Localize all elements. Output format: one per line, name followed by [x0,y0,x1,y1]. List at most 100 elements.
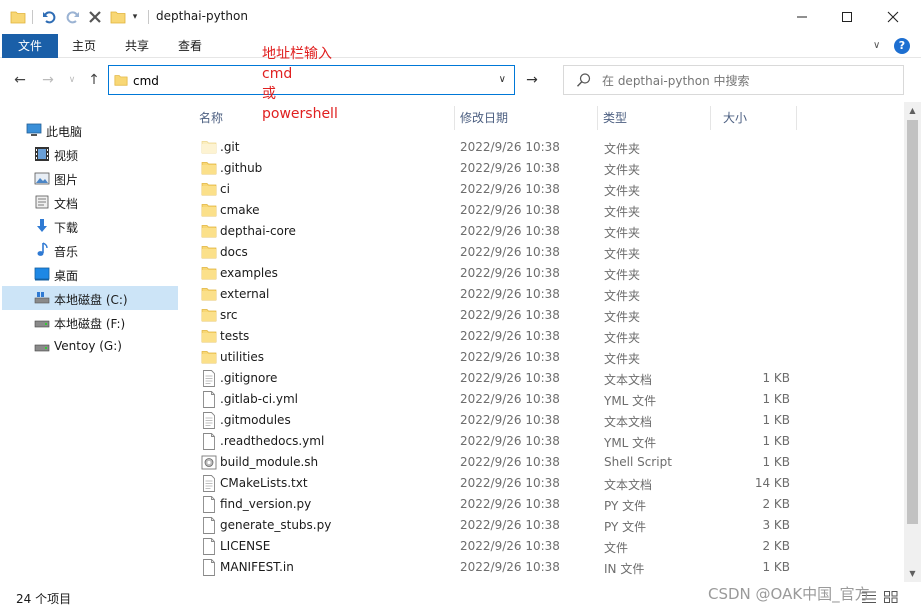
up-button[interactable]: ↑ [84,70,104,90]
table-row[interactable]: utilities 2022/9/26 10:38 文件夹 [186,347,904,368]
table-row[interactable]: cmake 2022/9/26 10:38 文件夹 [186,200,904,221]
search-input[interactable] [602,72,892,90]
go-button[interactable]: → [520,70,544,90]
file-icon [201,391,217,408]
file-type: PY 文件 [604,520,647,534]
file-name: find_version.py [220,497,312,511]
sidebar-item-label: 下载 [54,221,79,235]
file-type: 文件夹 [604,289,641,303]
search-box[interactable] [563,65,904,95]
search-icon [576,73,591,87]
table-row[interactable]: ci 2022/9/26 10:38 文件夹 [186,179,904,200]
forward-button[interactable]: → [38,70,58,90]
sidebar-item-pictures[interactable]: 图片 [2,166,178,190]
table-row[interactable]: .git 2022/9/26 10:38 文件夹 [186,137,904,158]
folder-icon [201,202,217,219]
table-row[interactable]: .gitlab-ci.yml 2022/9/26 10:38 YML 文件 1 KB [186,389,904,410]
file-name: generate_stubs.py [220,518,332,532]
new-folder-icon[interactable] [110,8,126,26]
table-row[interactable]: src 2022/9/26 10:38 文件夹 [186,305,904,326]
table-row[interactable]: MANIFEST.in 2022/9/26 10:38 IN 文件 1 KB [186,557,904,578]
folder-icon [201,286,217,303]
undo-icon[interactable] [40,8,58,26]
minimize-button[interactable] [779,0,825,34]
table-row[interactable]: build_module.sh 2022/9/26 10:38 Shell Scri… [186,452,904,473]
delete-icon[interactable] [86,8,104,26]
table-row[interactable]: external 2022/9/26 10:38 文件夹 [186,284,904,305]
file-date: 2022/9/26 10:38 [460,455,560,469]
sidebar-item-music[interactable]: 音乐 [2,238,178,262]
video-icon [35,147,49,161]
redo-icon[interactable] [64,8,82,26]
file-name: external [220,287,270,301]
column-divider[interactable] [796,106,797,130]
help-icon[interactable]: ? [894,38,910,54]
file-size: 3 KB [762,518,790,532]
tab-file[interactable]: 文件 [2,34,58,58]
sidebar-item-local-disk-c[interactable]: 本地磁盘 (C:) [2,286,178,310]
scrollbar-thumb[interactable] [907,120,918,524]
file-list: 名称 修改日期 类型 大小 .git 2022/9/26 10:38 文件夹 .git… [186,102,904,582]
folder-icon [201,160,217,177]
table-row[interactable]: examples 2022/9/26 10:38 文件夹 [186,263,904,284]
scroll-down-arrow[interactable]: ▼ [904,565,921,582]
table-row[interactable]: find_version.py 2022/9/26 10:38 PY 文件 2 KB [186,494,904,515]
sidebar-item-downloads[interactable]: 下载 [2,214,178,238]
file-date: 2022/9/26 10:38 [460,287,560,301]
table-row[interactable]: docs 2022/9/26 10:38 文件夹 [186,242,904,263]
customize-toolbar-icon[interactable]: ▾ [130,8,140,26]
sidebar-item-label: Ventoy (G:) [54,339,122,353]
file-name: LICENSE [220,539,271,553]
column-header-type[interactable]: 类型 [590,105,710,131]
file-type: 文件夹 [604,184,641,198]
file-icon [201,433,217,450]
file-name: ci [220,182,230,196]
table-row[interactable]: .gitmodules 2022/9/26 10:38 文本文档 1 KB [186,410,904,431]
column-header-date[interactable]: 修改日期 [447,105,597,131]
navigation-pane: 此电脑 视频 图片 文档 下载 音乐 桌面 本地磁盘 (C:) 本地磁盘 (F:… [0,110,186,582]
sidebar-item-label: 桌面 [54,269,79,283]
sidebar-item-this-pc[interactable]: 此电脑 [2,118,178,142]
tab-share[interactable]: 共享 [115,34,159,58]
ribbon: 文件 主页 共享 查看 ∨ ? [0,34,921,58]
file-date: 2022/9/26 10:38 [460,308,560,322]
column-header-size[interactable]: 大小 [710,105,796,131]
table-row[interactable]: .gitignore 2022/9/26 10:38 文本文档 1 KB [186,368,904,389]
table-row[interactable]: .github 2022/9/26 10:38 文件夹 [186,158,904,179]
text-file-icon [201,412,217,429]
sidebar-item-ventoy-g[interactable]: Ventoy (G:) [2,334,178,358]
sidebar-item-label: 此电脑 [46,125,83,139]
table-row[interactable]: generate_stubs.py 2022/9/26 10:38 PY 文件 3 K… [186,515,904,536]
table-row[interactable]: LICENSE 2022/9/26 10:38 文件 2 KB [186,536,904,557]
chevron-down-icon[interactable]: ∨ [499,74,506,85]
file-date: 2022/9/26 10:38 [460,413,560,427]
maximize-button[interactable] [824,0,870,34]
table-row[interactable]: CMakeLists.txt 2022/9/26 10:38 文本文档 14 KB [186,473,904,494]
scroll-up-arrow[interactable]: ▲ [904,102,921,119]
sidebar-item-desktop[interactable]: 桌面 [2,262,178,286]
file-icon [201,517,217,534]
column-header-name[interactable]: 名称 [186,105,454,131]
table-row[interactable]: .readthedocs.yml 2022/9/26 10:38 YML 文件 1 K… [186,431,904,452]
sidebar-item-local-disk-f[interactable]: 本地磁盘 (F:) [2,310,178,334]
file-name: tests [220,329,250,343]
tab-home[interactable]: 主页 [62,34,106,58]
table-row[interactable]: tests 2022/9/26 10:38 文件夹 [186,326,904,347]
large-icons-view-icon[interactable] [884,591,898,603]
close-button[interactable] [870,0,916,34]
folder-icon [10,8,26,26]
file-type: YML 文件 [604,436,657,450]
file-date: 2022/9/26 10:38 [460,560,560,574]
tab-view[interactable]: 查看 [168,34,212,58]
drive-icon [34,320,50,328]
sidebar-item-videos[interactable]: 视频 [2,142,178,166]
file-date: 2022/9/26 10:38 [460,434,560,448]
expand-ribbon-icon[interactable]: ∨ [873,40,880,51]
file-name: docs [220,245,248,259]
sidebar-item-documents[interactable]: 文档 [2,190,178,214]
vertical-scrollbar[interactable]: ▲ ▼ [904,102,921,582]
table-row[interactable]: depthai-core 2022/9/26 10:38 文件夹 [186,221,904,242]
recent-locations-icon[interactable]: ∨ [62,70,82,90]
desktop-icon [34,267,50,281]
back-button[interactable]: ← [10,70,30,90]
